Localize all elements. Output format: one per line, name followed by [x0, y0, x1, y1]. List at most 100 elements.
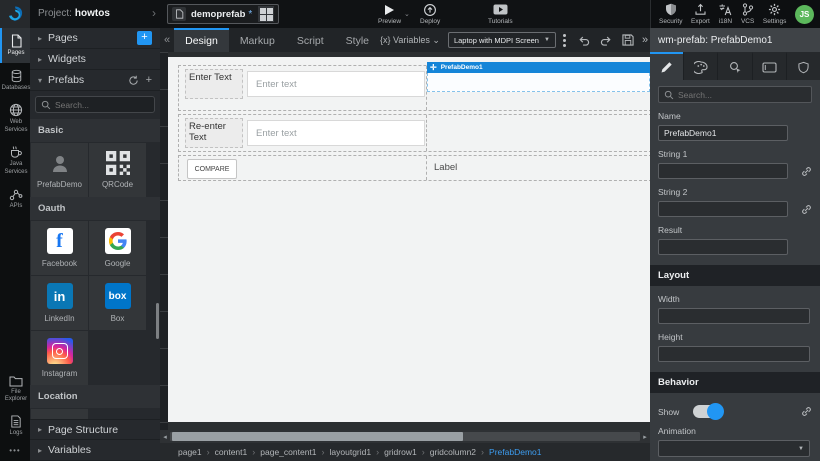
project-name[interactable]: howtos — [75, 8, 110, 19]
label-widget-reenter-text[interactable]: Re-enter Text — [185, 118, 243, 148]
security-button[interactable]: Security — [659, 3, 682, 25]
breadcrumb-content1[interactable]: content1 — [215, 447, 248, 457]
tutorials-button[interactable]: Tutorials — [488, 3, 513, 25]
bind-string2-icon[interactable] — [801, 204, 812, 215]
properties-search[interactable] — [658, 86, 812, 103]
section-header-layout: Layout — [650, 265, 820, 286]
grid-row-2[interactable]: Re-enter Text — [178, 114, 650, 152]
tab-design[interactable]: Design — [174, 28, 229, 52]
string2-field[interactable] — [658, 201, 788, 217]
prefab-search-input[interactable] — [55, 100, 149, 110]
vcs-button[interactable]: VCS — [741, 3, 754, 25]
rail-item-file-explorer[interactable]: File Explorer — [0, 369, 30, 409]
breadcrumb-prefabdemo1[interactable]: PrefabDemo1 — [489, 447, 541, 457]
collapse-left-panel-icon[interactable]: « — [160, 34, 174, 46]
scrollbar-track[interactable] — [170, 432, 640, 441]
show-toggle[interactable] — [693, 405, 723, 418]
rail-item-web-services[interactable]: Web Services — [0, 97, 30, 139]
width-field[interactable] — [658, 308, 810, 324]
scroll-right-arrow-icon[interactable]: ▸ — [640, 433, 650, 441]
prefab-tile-box[interactable]: box Box — [89, 276, 146, 330]
tab-events[interactable] — [717, 52, 751, 80]
bind-show-icon[interactable] — [801, 406, 812, 417]
animation-select[interactable]: ▼ — [658, 440, 810, 457]
selected-prefab-widget[interactable]: ✛ PrefabDemo1 — [427, 62, 650, 92]
breadcrumb-gridcolumn2[interactable]: gridcolumn2 — [430, 447, 476, 457]
deploy-button[interactable]: Deploy — [420, 3, 440, 25]
widget-selection-header[interactable]: ✛ PrefabDemo1 — [427, 62, 650, 73]
preview-dropdown-icon[interactable]: ⌄ — [404, 10, 410, 18]
accordion-page-structure[interactable]: ▸ Page Structure — [30, 419, 160, 440]
git-branch-icon — [742, 3, 754, 16]
chevron-expanded-icon: ▾ — [38, 76, 48, 85]
tab-devices[interactable] — [752, 52, 786, 80]
prefab-widget-body[interactable] — [427, 73, 650, 92]
export-button[interactable]: Export — [691, 3, 710, 25]
user-avatar[interactable]: JS — [795, 5, 814, 24]
breadcrumb-gridrow1[interactable]: gridrow1 — [384, 447, 417, 457]
pages-dashboard-icon[interactable] — [258, 6, 274, 22]
rail-item-pages[interactable]: Pages — [0, 28, 30, 63]
name-field[interactable] — [658, 125, 788, 141]
bind-string1-icon[interactable] — [801, 166, 812, 177]
page-selector[interactable]: demoprefab * — [167, 4, 279, 24]
undo-icon[interactable] — [573, 35, 595, 46]
accordion-variables[interactable]: ▸ Variables — [30, 440, 160, 461]
height-field[interactable] — [658, 346, 810, 362]
page-canvas[interactable]: Enter Text ✛ PrefabDemo1 Re-enter Text — [168, 57, 650, 422]
refresh-icon[interactable] — [128, 75, 139, 86]
settings-button[interactable]: Settings — [763, 3, 787, 25]
accordion-pages[interactable]: ▸ Pages + — [30, 28, 160, 49]
rail-item-apis[interactable]: APIs — [0, 181, 30, 216]
horizontal-scrollbar[interactable]: ◂ ▸ — [160, 430, 650, 443]
add-page-button[interactable]: + — [137, 31, 152, 45]
import-prefab-button[interactable]: + — [146, 74, 152, 86]
prefab-tile-qrcode[interactable]: QRCode — [89, 143, 146, 197]
redo-icon[interactable] — [595, 35, 617, 46]
accordion-prefabs[interactable]: ▾ Prefabs + — [30, 70, 160, 91]
result-field[interactable] — [658, 239, 788, 255]
variables-menu[interactable]: {x} Variables ⌄ — [380, 35, 440, 46]
prefab-search[interactable] — [35, 96, 155, 113]
tab-styles[interactable] — [683, 52, 717, 80]
i18n-button[interactable]: i18N — [718, 3, 732, 25]
label-widget-enter-text[interactable]: Enter Text — [185, 69, 243, 99]
tab-script[interactable]: Script — [286, 28, 335, 52]
prefab-tile-linkedin[interactable]: in LinkedIn — [31, 276, 88, 330]
prefab-tile-instagram[interactable]: Instagram — [31, 331, 88, 385]
rail-item-logs[interactable]: Logs — [0, 409, 30, 443]
tab-style[interactable]: Style — [335, 28, 380, 52]
prefab-tile-prefabdemo[interactable]: PrefabDemo — [31, 143, 88, 197]
gear-icon — [768, 3, 781, 16]
text-input-widget-2[interactable] — [247, 120, 425, 146]
grid-row-3[interactable]: COMPARE Label — [178, 155, 650, 181]
rail-overflow-button[interactable]: ••• — [0, 442, 30, 461]
tab-properties[interactable] — [650, 52, 683, 80]
tab-markup[interactable]: Markup — [229, 28, 286, 52]
canvas-region: « Design Markup Script Style {x} Variabl… — [160, 28, 650, 461]
breadcrumb-page-content1[interactable]: page_content1 — [260, 447, 316, 457]
scrollbar-thumb[interactable] — [172, 432, 463, 441]
prefab-tile-facebook[interactable]: f Facebook — [31, 221, 88, 275]
properties-panel: wm-prefab: PrefabDemo1 Name — [650, 28, 820, 461]
panel-scrollbar[interactable] — [156, 303, 159, 339]
grid-row-1[interactable]: Enter Text ✛ PrefabDemo1 — [178, 65, 650, 111]
rail-item-databases[interactable]: Databases — [0, 63, 30, 98]
wavemaker-logo-icon[interactable] — [0, 0, 30, 28]
preview-button[interactable]: Preview — [378, 3, 401, 25]
prefab-tile-google[interactable]: Google — [89, 221, 146, 275]
scroll-left-arrow-icon[interactable]: ◂ — [160, 433, 170, 441]
label-widget-result[interactable]: Label — [434, 162, 457, 173]
breadcrumb-page1[interactable]: page1 — [178, 447, 202, 457]
rail-item-java-services[interactable]: Java Services — [0, 139, 30, 181]
breadcrumb-layoutgrid1[interactable]: layoutgrid1 — [330, 447, 372, 457]
string1-field[interactable] — [658, 163, 788, 179]
properties-search-input[interactable] — [678, 90, 806, 100]
more-options-icon[interactable] — [556, 34, 573, 47]
accordion-widgets[interactable]: ▸ Widgets — [30, 49, 160, 70]
text-input-widget-1[interactable] — [247, 71, 425, 97]
compare-button-widget[interactable]: COMPARE — [187, 159, 237, 179]
tab-security[interactable] — [786, 52, 820, 80]
save-icon[interactable] — [617, 34, 639, 46]
device-selector[interactable]: Laptop with MDPI Screen ▼ — [448, 32, 556, 48]
